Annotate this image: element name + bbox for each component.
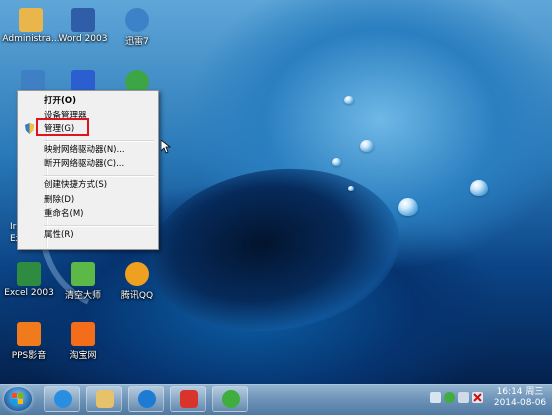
water-drop bbox=[470, 180, 488, 196]
desktop-icon-label: 淘宝网 bbox=[69, 351, 97, 361]
mouse-cursor-icon bbox=[161, 140, 171, 154]
word-icon bbox=[71, 8, 95, 32]
tray-volume-muted-icon[interactable] bbox=[472, 392, 483, 403]
edge-label: Ir bbox=[10, 222, 17, 232]
taskbar-app-ie-alt[interactable] bbox=[128, 386, 164, 412]
desktop-icon-word[interactable]: Word 2003 bbox=[52, 8, 114, 44]
menu-separator bbox=[44, 175, 154, 177]
start-button[interactable] bbox=[4, 387, 32, 411]
menu-item-properties[interactable]: 属性(R) bbox=[44, 228, 74, 242]
menu-separator bbox=[44, 140, 154, 142]
desktop-icon-xunlei[interactable]: 迅雷7 bbox=[106, 8, 168, 47]
pps-icon bbox=[17, 322, 41, 346]
menu-item-open[interactable]: 打开(O) bbox=[44, 94, 76, 108]
taskbar-app-360[interactable] bbox=[212, 386, 248, 412]
water-drop bbox=[348, 186, 354, 191]
menu-item-delete[interactable]: 删除(D) bbox=[44, 193, 74, 207]
highlight-box bbox=[36, 118, 89, 136]
qingkong-icon bbox=[71, 262, 95, 286]
desktop-icon-pps[interactable]: PPS影音 bbox=[0, 322, 60, 361]
taskbar-app-ie[interactable] bbox=[44, 386, 80, 412]
tray-show-hidden-icon[interactable] bbox=[430, 392, 441, 403]
windows-logo-icon bbox=[12, 393, 23, 404]
menu-item-disconnect-drive[interactable]: 断开网络驱动器(C)... bbox=[44, 157, 124, 171]
menu-item-create-shortcut[interactable]: 创建快捷方式(S) bbox=[44, 178, 107, 192]
desktop-icon-label: 腾讯QQ bbox=[120, 291, 154, 301]
water-drop bbox=[332, 158, 341, 166]
taskbar-app-explorer[interactable] bbox=[86, 386, 122, 412]
browser-icon bbox=[138, 390, 156, 408]
desktop-icon-label: 清空大师 bbox=[64, 291, 101, 301]
menu-item-map-drive[interactable]: 映射网络驱动器(N)... bbox=[44, 143, 125, 157]
desktop-icon-excel[interactable]: Excel 2003 bbox=[0, 262, 60, 298]
app-icon bbox=[180, 390, 198, 408]
desktop-icon-label: 迅雷7 bbox=[125, 37, 149, 47]
desktop-icon-label: Excel 2003 bbox=[4, 288, 54, 298]
tray-network-icon[interactable] bbox=[458, 392, 469, 403]
desktop-icon-qq[interactable]: 腾讯QQ bbox=[106, 262, 168, 301]
folder-icon bbox=[96, 390, 114, 408]
shield-icon bbox=[24, 123, 35, 134]
tray-app-icon[interactable] bbox=[444, 392, 455, 403]
qq-penguin-icon bbox=[125, 262, 149, 286]
taskbar bbox=[0, 384, 552, 415]
clock-date: 2014-08-06 bbox=[493, 398, 547, 408]
water-drop bbox=[344, 96, 354, 104]
desktop-icon-qingkong[interactable]: 清空大师 bbox=[52, 262, 114, 301]
desktop-icon-label: PPS影音 bbox=[11, 351, 47, 361]
taobao-icon bbox=[71, 322, 95, 346]
clock-time: 16:14 周三 bbox=[496, 387, 544, 397]
menu-separator bbox=[44, 225, 154, 227]
desktop-icon-taobao[interactable]: 淘宝网 bbox=[52, 322, 114, 361]
xunlei-bird-icon bbox=[125, 8, 149, 32]
taskbar-app-red[interactable] bbox=[170, 386, 206, 412]
water-drop bbox=[360, 140, 374, 152]
internet-explorer-icon bbox=[54, 390, 72, 408]
excel-icon bbox=[17, 262, 41, 286]
360-icon bbox=[222, 390, 240, 408]
taskbar-clock[interactable]: 16:14 周三 2014-08-06 bbox=[491, 387, 549, 409]
water-drop bbox=[398, 198, 418, 216]
menu-item-rename[interactable]: 重命名(M) bbox=[44, 207, 83, 221]
folder-user-icon bbox=[19, 8, 43, 32]
desktop-icon-label: Word 2003 bbox=[58, 34, 108, 44]
